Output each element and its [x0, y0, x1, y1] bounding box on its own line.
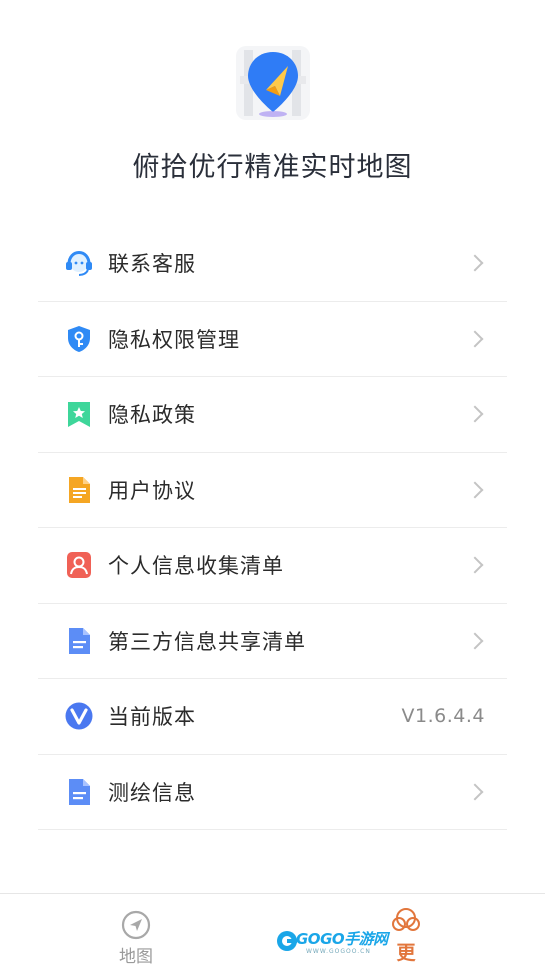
tab-map[interactable]: 地图 [56, 894, 216, 968]
site-watermark: GOGO手游网 WWW.GOGOO.CN 更 [276, 908, 426, 964]
menu-item-label: 隐私权限管理 [108, 327, 240, 352]
app-header: 俯拾优行精准实时地图 [0, 0, 545, 230]
shield-key-icon [64, 324, 94, 354]
watermark-brand: GOGO手游网 [296, 930, 388, 948]
menu-item-label: 用户协议 [108, 478, 196, 503]
menu-item-version[interactable]: 当前版本 V1.6.4.4 [38, 679, 507, 755]
headset-icon [64, 248, 94, 278]
menu-item-label: 联系客服 [108, 252, 196, 277]
menu-item-user-agreement[interactable]: 用户协议 [38, 453, 507, 528]
menu-item-survey-info[interactable]: 测绘信息 [38, 755, 507, 830]
settings-menu: 联系客服 隐私权限管理 隐私政策 用户协议 个人信息收集清单 第三方信息共享清单… [38, 226, 507, 830]
version-value: V1.6.4.4 [401, 705, 485, 728]
menu-item-label: 当前版本 [108, 705, 196, 730]
chevron-right-icon [466, 481, 484, 499]
menu-item-personal-info[interactable]: 个人信息收集清单 [38, 528, 507, 604]
app-title: 俯拾优行精准实时地图 [132, 152, 413, 183]
chevron-right-icon [466, 330, 484, 348]
watermark-url: WWW.GOGOO.CN [306, 948, 371, 955]
chevron-right-icon [466, 405, 484, 423]
chevron-right-icon [466, 783, 484, 801]
menu-item-label: 隐私政策 [108, 403, 196, 428]
navigation-arrow-icon [121, 910, 151, 940]
menu-item-permissions[interactable]: 隐私权限管理 [38, 302, 507, 377]
menu-item-label: 测绘信息 [108, 780, 196, 805]
person-card-icon [64, 550, 94, 580]
doc-lines-icon [64, 777, 94, 807]
doc-lines-icon [64, 626, 94, 656]
chevron-right-icon [466, 632, 484, 650]
badge-label: 更 [396, 942, 416, 964]
menu-item-customer-service[interactable]: 联系客服 [38, 226, 507, 302]
tab-map-label: 地图 [119, 947, 153, 967]
chevron-right-icon [466, 556, 484, 574]
menu-item-privacy-policy[interactable]: 隐私政策 [38, 377, 507, 453]
document-icon [64, 475, 94, 505]
bottom-tab-bar: 地图 [0, 893, 545, 968]
menu-item-third-party[interactable]: 第三方信息共享清单 [38, 604, 507, 679]
badge-flower-icon [392, 908, 420, 931]
watermark-logo-icon [277, 931, 297, 951]
menu-item-label: 个人信息收集清单 [108, 554, 284, 579]
chevron-right-icon [466, 254, 484, 272]
v-logo-icon [64, 701, 94, 731]
menu-item-label: 第三方信息共享清单 [108, 629, 306, 654]
update-badge: 更 [390, 908, 422, 964]
bookmark-star-icon [64, 399, 94, 429]
app-logo-icon [236, 46, 310, 120]
